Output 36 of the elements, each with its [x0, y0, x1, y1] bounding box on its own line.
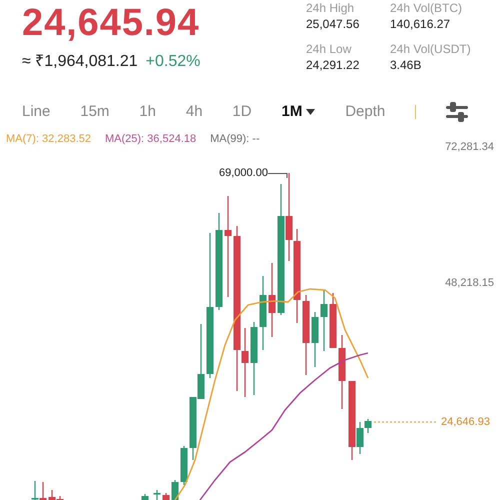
stat-label: 24h Vol(BTC) — [390, 0, 464, 16]
last-price: 24,645.94 — [22, 1, 200, 46]
stat-label: 24h Low — [306, 41, 352, 57]
stat-label: 24h Vol(USDT) — [390, 41, 472, 57]
candlestick — [154, 490, 160, 500]
fiat-price: ≈ ₹1,964,081.21 — [22, 52, 138, 72]
stat-value: 140,616.27 — [390, 16, 452, 32]
candlestick — [180, 446, 188, 485]
stat-label: 24h High — [306, 0, 356, 16]
axis-price-label: 72,281.34 — [445, 140, 494, 155]
caret-icon — [306, 109, 316, 115]
interval-tab[interactable]: Depth — [345, 100, 386, 124]
last-price-line — [374, 420, 438, 424]
interval-tab[interactable]: Line — [22, 100, 50, 124]
high-marker-label: 69,000.00 — [219, 166, 268, 181]
stat-value: 3.46B — [390, 57, 422, 73]
settings-sliders-icon[interactable] — [446, 102, 468, 122]
ma-legend: MA(99): -- — [210, 131, 260, 148]
interval-tab[interactable]: 15m — [80, 100, 110, 124]
interval-tab[interactable]: 1h — [139, 100, 156, 124]
candlestick — [312, 312, 318, 367]
candlestick — [172, 480, 178, 500]
stat-value: 25,047.56 — [306, 16, 360, 32]
interval-tab[interactable]: 1M — [281, 100, 316, 124]
price-change: +0.52% — [146, 52, 200, 72]
ma-legend: MA(25): 36,524.18 — [105, 131, 196, 148]
candlestick — [162, 493, 170, 500]
axis-price-label: 48,218.15 — [445, 276, 494, 291]
last-price-label: 24,646.93 — [441, 415, 490, 430]
candlestick — [330, 293, 336, 348]
ma-legend: MA(7): 32,283.52 — [6, 131, 91, 148]
interval-tab[interactable]: 1D — [232, 100, 252, 124]
stat-value: 24,291.22 — [306, 57, 360, 73]
candlestick — [320, 290, 328, 351]
interval-tab[interactable]: 4h — [186, 100, 203, 124]
candlestick — [142, 494, 148, 500]
